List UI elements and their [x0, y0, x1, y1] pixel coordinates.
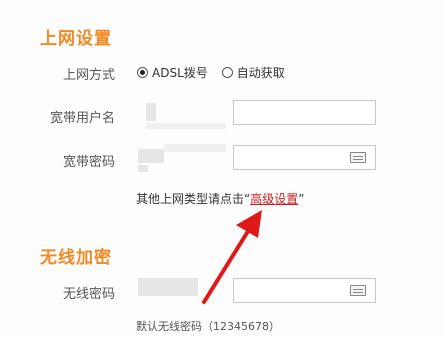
- arrow-head: [236, 210, 262, 238]
- annotation-arrow-icon: [202, 210, 262, 304]
- arrow-shaft: [202, 226, 252, 304]
